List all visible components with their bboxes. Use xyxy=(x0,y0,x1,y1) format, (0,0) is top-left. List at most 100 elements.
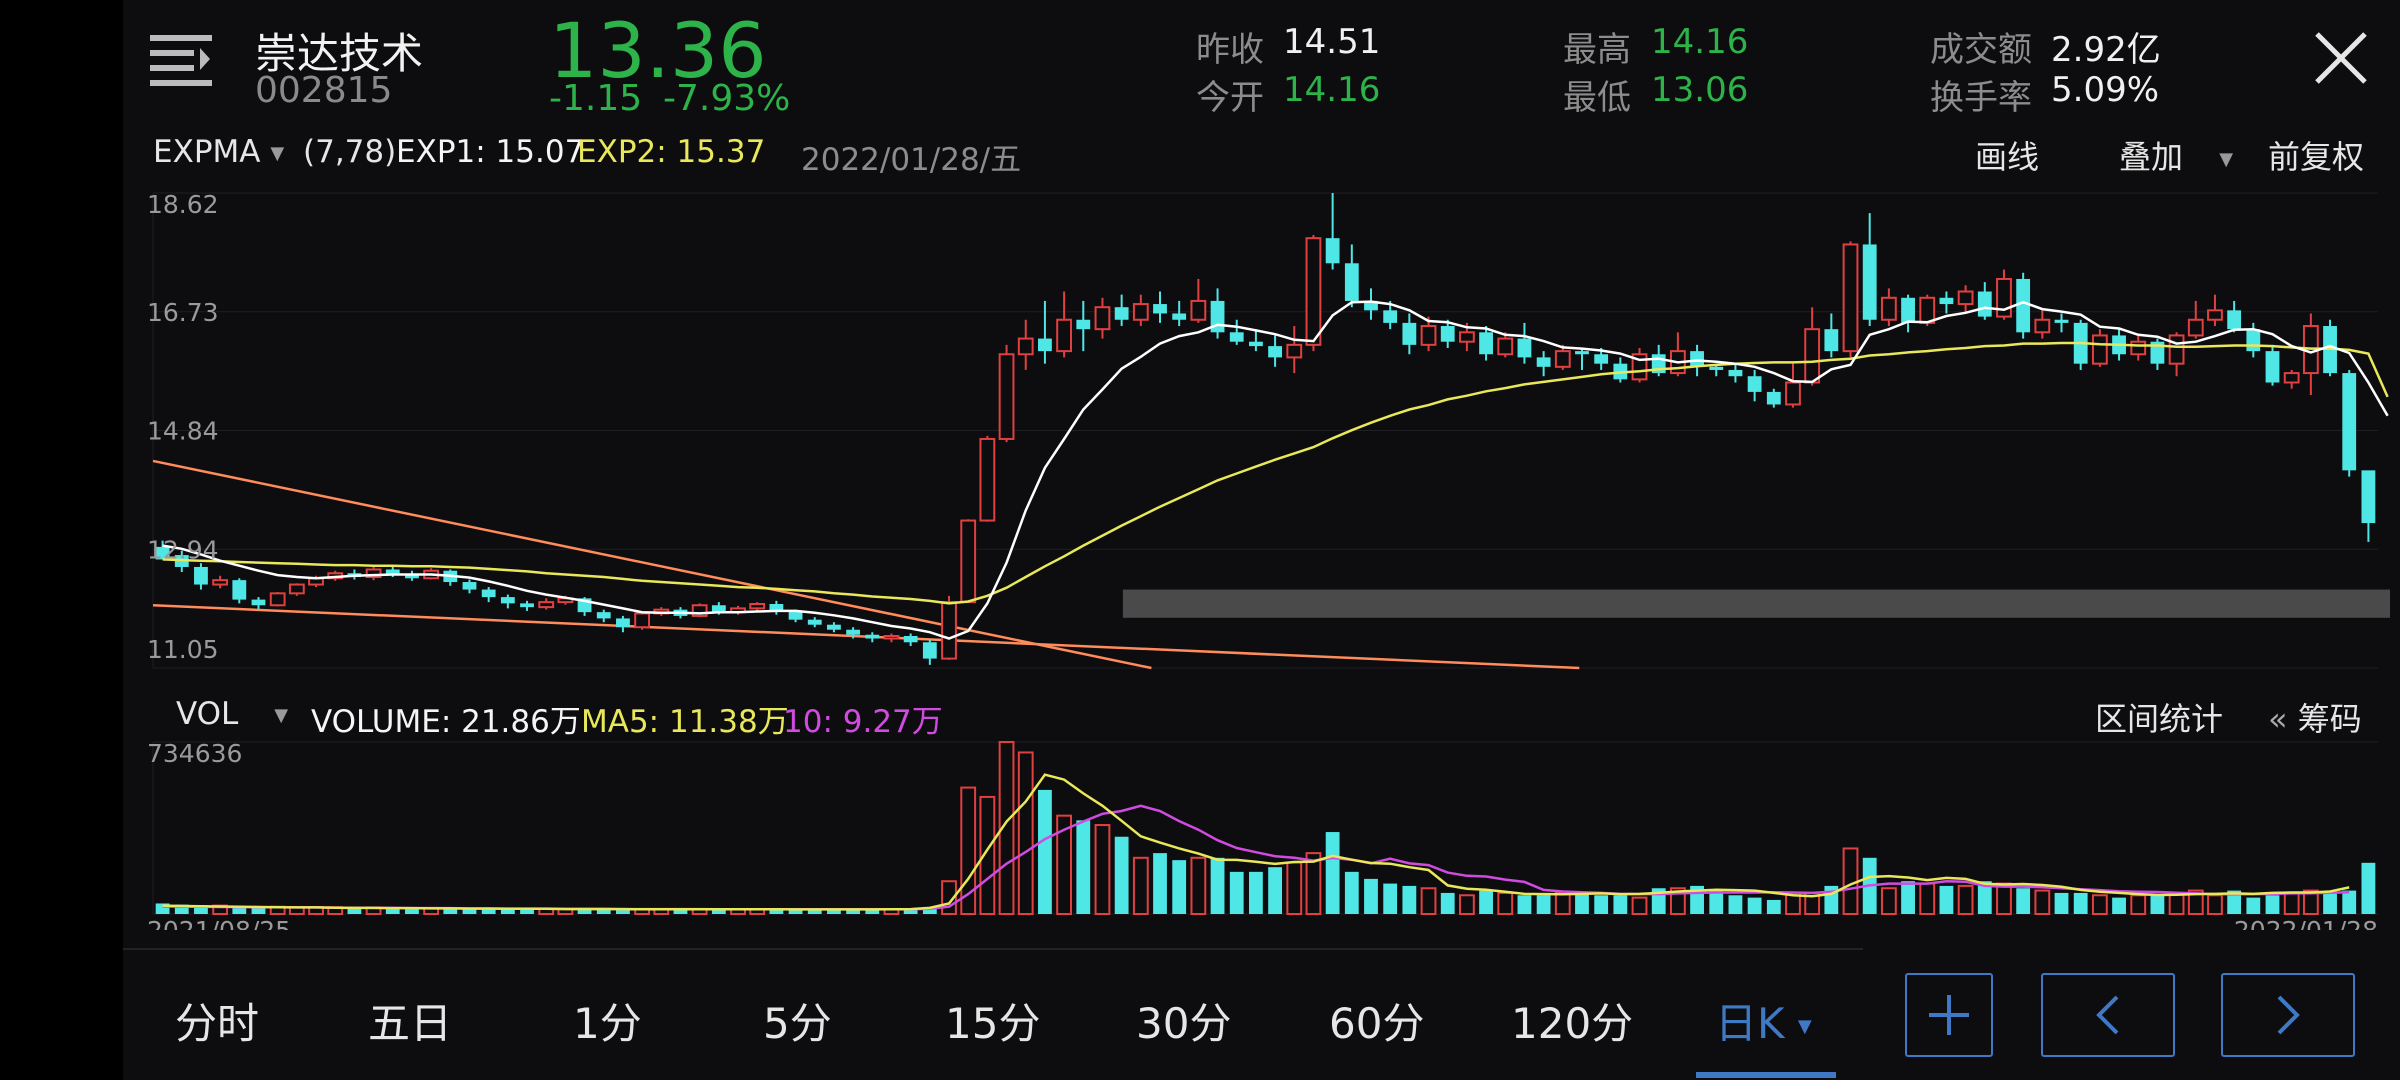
candle xyxy=(269,592,286,607)
candle xyxy=(1747,369,1762,402)
candle xyxy=(443,569,458,586)
volume-bar xyxy=(2150,895,2165,914)
tab-5min[interactable]: 5分 xyxy=(763,990,832,1051)
candle xyxy=(2265,344,2280,386)
tab-daily-k-label: 日K xyxy=(1715,999,1785,1048)
candle-body xyxy=(1249,341,1263,347)
candle-body xyxy=(2227,310,2242,330)
candle xyxy=(1996,269,2012,320)
caret-down-icon: ▼ xyxy=(270,143,285,164)
scroll-right-button[interactable] xyxy=(2221,973,2355,1057)
volume-bar xyxy=(1517,895,1532,914)
candle xyxy=(1094,297,1111,339)
candle xyxy=(2073,319,2088,370)
close-icon[interactable] xyxy=(2313,30,2369,86)
zoom-in-button[interactable] xyxy=(1905,973,1993,1057)
date-start-label: 2021/08/25 xyxy=(147,916,291,930)
caret-down-icon: ▼ xyxy=(2219,148,2234,170)
tab-60min[interactable]: 60分 xyxy=(1329,990,1424,1051)
candle-body xyxy=(1038,338,1052,352)
candle-body xyxy=(1153,304,1167,314)
candle-body xyxy=(1114,307,1129,320)
candle-body xyxy=(2246,329,2261,352)
candle-body xyxy=(1939,297,1954,305)
candle xyxy=(1536,351,1551,377)
candle-body xyxy=(1919,296,1936,324)
highlight-band xyxy=(1122,589,2390,618)
volume-bar xyxy=(2016,888,2031,914)
tab-timeshare[interactable]: 分时 xyxy=(175,990,259,1051)
candle xyxy=(462,579,477,594)
volume-bar xyxy=(1017,751,1034,915)
volume-bar xyxy=(1229,871,1244,914)
candle xyxy=(365,566,382,581)
candle-body xyxy=(269,592,286,607)
candle xyxy=(1286,326,1303,374)
volume-bar xyxy=(1728,895,1743,914)
candle-body xyxy=(903,635,918,643)
price-change-pct: -7.93% xyxy=(663,78,791,119)
adjust-price-button[interactable]: 前复权 xyxy=(2268,132,2364,178)
menu-list-icon[interactable] xyxy=(150,32,212,86)
volume-indicator-name: VOL xyxy=(176,696,239,732)
candle-body xyxy=(1575,351,1589,355)
chevron-left-icon xyxy=(2096,995,2119,1035)
volume-bar xyxy=(1114,836,1129,914)
stock-chart-app: 崇达技术 002815 13.36 -1.15 -7.93% 昨收 14.51 … xyxy=(123,0,2400,1080)
candle xyxy=(922,639,937,665)
tab-120min[interactable]: 120分 xyxy=(1511,990,1633,1051)
stat-label-low: 最低 xyxy=(1563,78,1631,118)
caret-down-icon: ▼ xyxy=(1797,1016,1812,1037)
price-tick-label: 11.05 xyxy=(147,635,219,664)
candle xyxy=(1631,347,1648,383)
candle-body xyxy=(538,601,555,609)
volume-bar xyxy=(1766,899,1781,914)
volume-bar xyxy=(1364,878,1378,914)
scroll-left-button[interactable] xyxy=(2041,973,2175,1057)
candle xyxy=(1364,288,1378,320)
candle xyxy=(1939,291,1954,314)
volume-bar xyxy=(1440,892,1455,914)
volume-bar xyxy=(1554,891,1571,916)
stock-code: 002815 xyxy=(255,70,393,111)
active-tab-indicator xyxy=(1696,1072,1836,1078)
volume-bar xyxy=(1268,867,1282,914)
volume-chart[interactable]: 734636 2021/08/25 2022/01/28 xyxy=(123,728,2400,930)
overlay-button[interactable]: 叠加 ▼ xyxy=(2119,132,2233,178)
volume-bar xyxy=(1747,897,1762,914)
candle-body xyxy=(1458,331,1475,343)
candle-body xyxy=(1229,332,1244,342)
volume-indicator-selector[interactable]: VOL ▼ xyxy=(176,696,288,732)
price-tick-label: 12.94 xyxy=(147,535,219,564)
candle-body xyxy=(1690,351,1704,367)
volume-bar xyxy=(1880,887,1897,915)
candle xyxy=(941,595,957,660)
candle xyxy=(634,612,651,630)
candle xyxy=(769,600,784,615)
volume-bar xyxy=(1420,887,1437,915)
indicator-selector[interactable]: EXPMA ▼ xyxy=(153,134,284,170)
stat-value-high: 14.16 xyxy=(1651,22,1749,62)
candle-body xyxy=(1190,299,1207,321)
tab-five-day[interactable]: 五日 xyxy=(368,990,452,1051)
volume-bar xyxy=(2342,890,2357,914)
candle-body xyxy=(2283,372,2300,384)
plus-icon xyxy=(1929,995,1969,1035)
volume-bar xyxy=(1536,895,1551,914)
candle xyxy=(2150,338,2165,370)
candle-body xyxy=(2168,334,2185,365)
candlestick-chart[interactable]: 18.62 16.73 14.84 12.94 11.05 xyxy=(123,180,2400,685)
stat-value-prev-close: 14.51 xyxy=(1283,22,1381,62)
draw-line-button[interactable]: 画线 xyxy=(1975,132,2039,178)
candle-body xyxy=(2265,351,2280,383)
tab-1min[interactable]: 1分 xyxy=(573,990,642,1051)
tab-15min[interactable]: 15分 xyxy=(945,990,1040,1051)
candle-body xyxy=(865,634,880,639)
candle xyxy=(1613,357,1628,383)
candle-body xyxy=(827,624,841,630)
candle-body xyxy=(288,583,305,595)
candle xyxy=(1132,294,1149,327)
tab-30min[interactable]: 30分 xyxy=(1136,990,1231,1051)
tab-daily-k[interactable]: 日K ▼ xyxy=(1715,990,1812,1051)
candle xyxy=(616,615,630,633)
